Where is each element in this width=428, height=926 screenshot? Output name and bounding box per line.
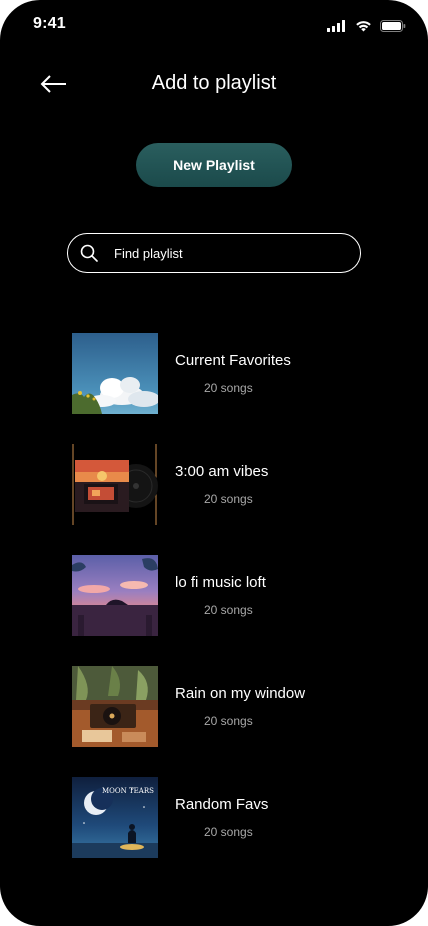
playlist-cover-image bbox=[72, 444, 158, 525]
search-input[interactable] bbox=[114, 234, 344, 272]
playlist-name: Rain on my window bbox=[175, 685, 306, 702]
phone-screen: 9:41 Add to playlist New Playlist Find p… bbox=[0, 0, 428, 926]
status-time: 9:41 bbox=[33, 15, 66, 32]
playlist-song-count: 20 songs bbox=[204, 381, 253, 395]
signal-icon bbox=[327, 20, 345, 32]
status-icons bbox=[327, 20, 406, 32]
playlist-cover-image bbox=[72, 333, 158, 414]
playlist-item[interactable]: Rain on my window 20 songs bbox=[72, 666, 372, 747]
wifi-icon bbox=[356, 21, 371, 32]
playlist-song-count: 20 songs bbox=[204, 492, 253, 506]
playlist-song-count: 20 songs bbox=[204, 603, 253, 617]
playlist-name: Current Favorites bbox=[175, 352, 291, 369]
battery-icon bbox=[380, 20, 406, 32]
search-icon bbox=[80, 244, 98, 262]
playlist-cover-image: MOON TEARS bbox=[72, 777, 158, 858]
playlist-song-count: 20 songs bbox=[204, 714, 253, 728]
playlist-item[interactable]: 3:00 am vibes 20 songs bbox=[72, 444, 372, 525]
search-box[interactable] bbox=[67, 233, 361, 273]
playlist-item[interactable]: Current Favorites 20 songs bbox=[72, 333, 372, 414]
playlist-name: Random Favs bbox=[175, 796, 269, 813]
playlist-song-count: 20 songs bbox=[204, 825, 253, 839]
playlist-name: lo fi music loft bbox=[175, 574, 266, 591]
page-title: Add to playlist bbox=[151, 72, 277, 94]
playlist-cover-image bbox=[72, 555, 158, 636]
new-playlist-button[interactable]: New Playlist bbox=[136, 143, 292, 187]
playlist-item[interactable]: MOON TEARS Random Favs 20 songs bbox=[72, 777, 372, 858]
playlist-name: 3:00 am vibes bbox=[175, 463, 269, 480]
playlist-item[interactable]: lo fi music loft 20 songs bbox=[72, 555, 372, 636]
playlist-cover-image bbox=[72, 666, 158, 747]
cover-title-text: MOON TEARS bbox=[102, 787, 154, 795]
